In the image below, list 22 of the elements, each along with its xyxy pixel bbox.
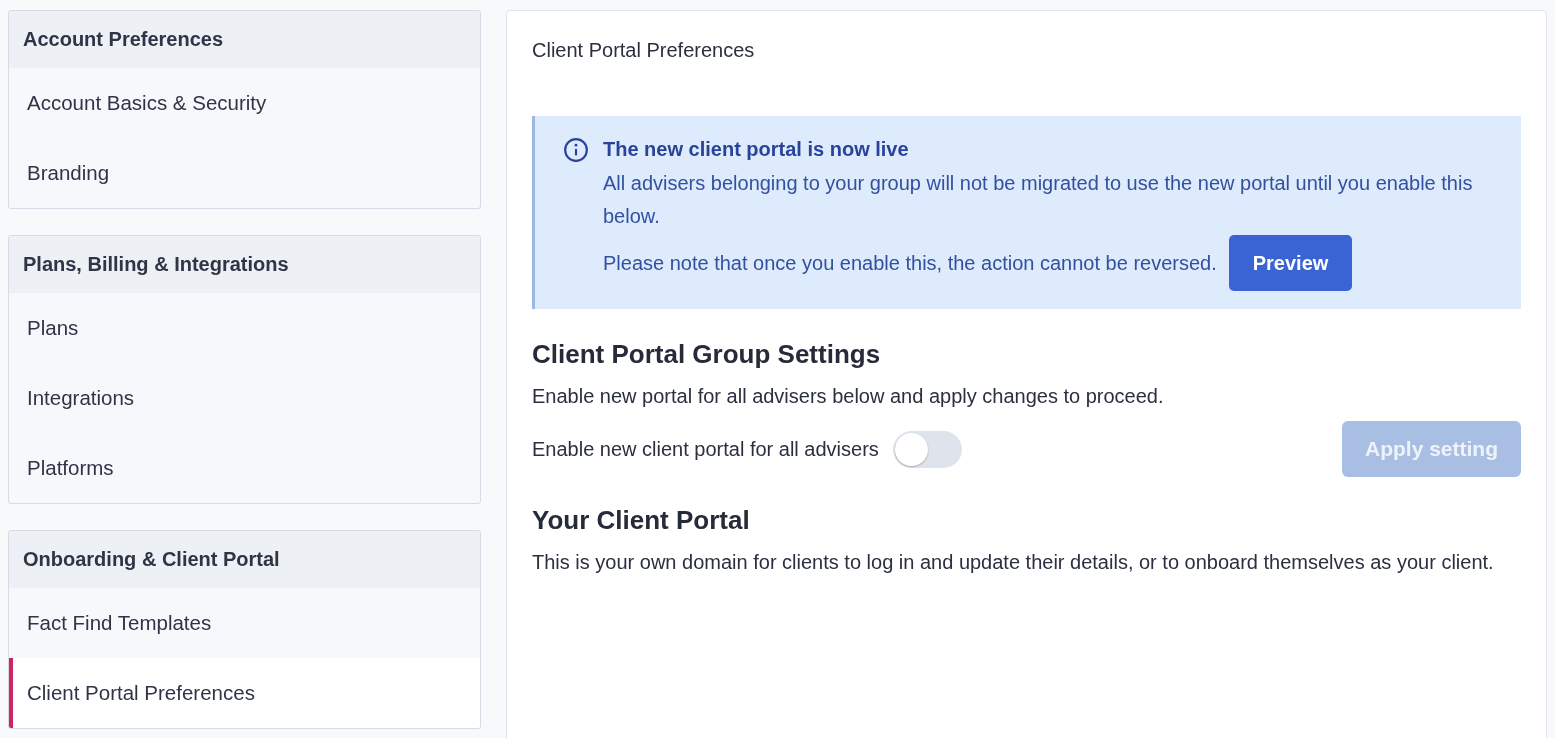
banner-note: Please note that once you enable this, the action cannot be reversed. (603, 250, 1217, 276)
sidebar-item[interactable]: Client Portal Preferences (9, 658, 480, 728)
sidebar-item[interactable]: Integrations (9, 363, 480, 433)
sidebar-item[interactable]: Fact Find Templates (9, 588, 480, 658)
sidebar-item[interactable]: Branding (9, 138, 480, 208)
section-heading: Account Preferences (9, 11, 480, 68)
section-description: This is your own domain for clients to log in and update their details, or to onboard themselves as your client. (532, 550, 1495, 575)
page-title: Client Portal Preferences (532, 39, 756, 62)
toggle-switch[interactable] (892, 430, 962, 468)
sidebar-item[interactable]: Platforms (9, 433, 480, 503)
section-description: Enable new portal for all advisers below and apply changes to proceed. (532, 384, 1165, 409)
preview-button[interactable]: Preview (1228, 235, 1353, 291)
info-icon (563, 137, 589, 163)
toggle-label: Enable new client portal for all advisers (532, 437, 879, 461)
sidebar-item[interactable]: Account Basics & Security (9, 68, 480, 138)
section-heading: Plans, Billing & Integrations (9, 236, 480, 293)
section-heading: Onboarding & Client Portal (9, 531, 480, 588)
section-heading: Client Portal Group Settings (532, 339, 882, 370)
banner-title: The new client portal is now live (603, 138, 910, 161)
banner-text: All advisers belonging to your group will not be migrated to use the new portal until you enable this below. (603, 171, 1474, 229)
section-heading: Your Client Portal (532, 505, 751, 536)
sidebar-item[interactable]: Plans (9, 293, 480, 363)
